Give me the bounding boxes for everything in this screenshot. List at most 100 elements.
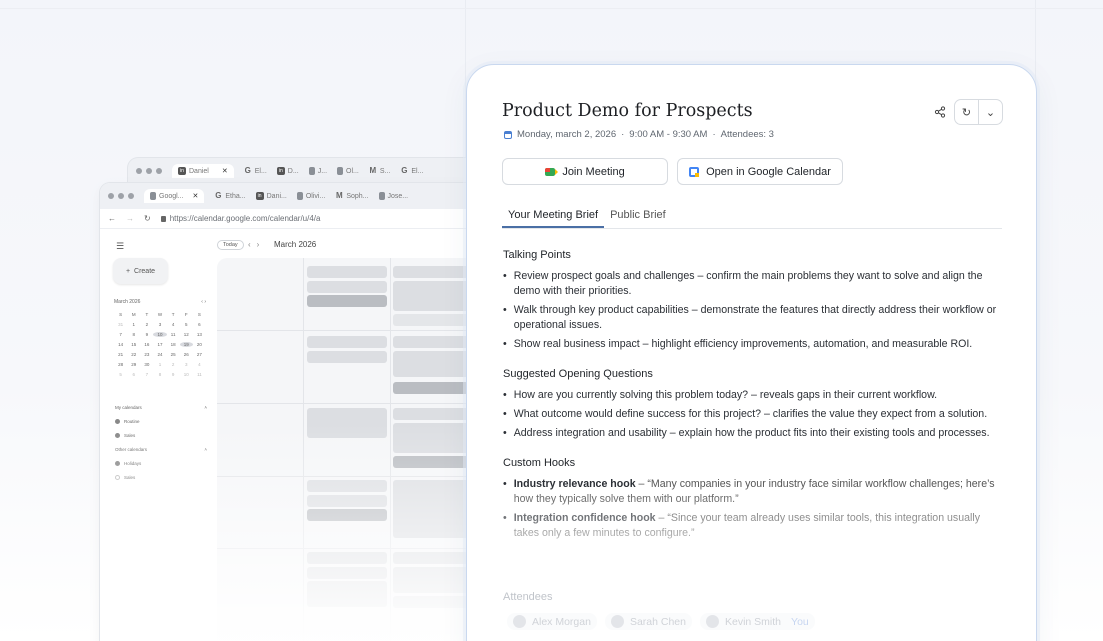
event-block[interactable]: [393, 596, 473, 608]
create-button[interactable]: + Create: [113, 258, 168, 284]
tab-your-meeting-brief[interactable]: Your Meeting Brief: [502, 205, 605, 228]
event-block[interactable]: [307, 509, 387, 521]
share-icon[interactable]: [931, 103, 949, 121]
event-block[interactable]: [307, 281, 387, 293]
day-cell[interactable]: 13: [193, 332, 206, 337]
event-block[interactable]: [393, 281, 473, 311]
day-cell[interactable]: 1: [127, 322, 140, 327]
day-cell[interactable]: 1: [153, 362, 166, 367]
event-block[interactable]: [393, 480, 473, 538]
event-block[interactable]: [307, 408, 387, 438]
day-cell[interactable]: 29: [127, 362, 140, 367]
back-arrow-icon[interactable]: ←: [108, 214, 116, 223]
event-block[interactable]: [393, 266, 473, 278]
refresh-icon[interactable]: ↻: [955, 100, 979, 124]
day-cell[interactable]: 22: [127, 352, 140, 357]
day-cell[interactable]: 27: [193, 352, 206, 357]
day-cell[interactable]: 8: [153, 372, 166, 377]
event-block[interactable]: [307, 336, 387, 348]
browser-tab[interactable]: in Dani...: [255, 192, 287, 200]
day-cell[interactable]: 30: [140, 362, 153, 367]
checkbox[interactable]: [115, 419, 120, 424]
event-block[interactable]: [393, 336, 473, 348]
day-cell[interactable]: 5: [114, 372, 127, 377]
day-cell[interactable]: 21: [114, 352, 127, 357]
checkbox[interactable]: [115, 475, 120, 480]
checkbox[interactable]: [115, 433, 120, 438]
day-cell[interactable]: 11: [193, 372, 206, 377]
day-cell[interactable]: 2: [167, 362, 180, 367]
event-block[interactable]: [307, 567, 387, 579]
day-cell[interactable]: 4: [193, 362, 206, 367]
calendar-item[interactable]: Sales: [115, 475, 207, 480]
event-block[interactable]: [307, 495, 387, 507]
join-meeting-button[interactable]: Join Meeting: [502, 158, 668, 185]
day-cell[interactable]: 4: [167, 322, 180, 327]
day-cell[interactable]: 26: [180, 352, 193, 357]
open-google-calendar-button[interactable]: Open in Google Calendar: [677, 158, 843, 185]
browser-tab[interactable]: G Etha...: [214, 192, 245, 200]
event-block[interactable]: [307, 581, 387, 607]
mini-calendar-nav[interactable]: ‹ ›: [201, 299, 206, 305]
day-cell[interactable]: 23: [140, 352, 153, 357]
attendee-chip[interactable]: Alex Morgan: [507, 613, 597, 630]
day-cell[interactable]: 17: [153, 342, 166, 347]
window-controls[interactable]: [136, 168, 162, 174]
chevron-up-icon[interactable]: ˄: [204, 447, 207, 452]
day-cell[interactable]: 2: [140, 322, 153, 327]
browser-tab[interactable]: Ol...: [337, 167, 359, 175]
event-block[interactable]: [393, 382, 473, 394]
event-block[interactable]: [307, 295, 387, 307]
day-cell[interactable]: 28: [114, 362, 127, 367]
tab-public-brief[interactable]: Public Brief: [604, 205, 672, 228]
day-cell[interactable]: 14: [114, 342, 127, 347]
browser-tab[interactable]: M Soph...: [335, 192, 369, 200]
attendee-chip[interactable]: Kevin Smith You: [700, 613, 815, 630]
attendee-chip[interactable]: Sarah Chen: [604, 613, 692, 630]
day-cell[interactable]: 15: [127, 342, 140, 347]
event-block[interactable]: [307, 351, 387, 363]
event-block[interactable]: [307, 266, 387, 278]
browser-tab[interactable]: Olivi...: [296, 192, 325, 200]
day-cell[interactable]: 3: [180, 362, 193, 367]
browser-tab[interactable]: G El...: [244, 167, 267, 175]
event-block[interactable]: [393, 456, 473, 468]
day-cell[interactable]: 3: [153, 322, 166, 327]
day-cell[interactable]: 10: [180, 372, 193, 377]
day-cell[interactable]: 6: [127, 372, 140, 377]
url-field[interactable]: https://calendar.google.com/calendar/u/4…: [160, 214, 320, 223]
event-block[interactable]: [393, 351, 473, 377]
day-cell[interactable]: 19: [179, 342, 193, 347]
day-cell[interactable]: 25: [167, 352, 180, 357]
event-block[interactable]: [393, 552, 473, 564]
window-controls[interactable]: [108, 193, 134, 199]
event-block[interactable]: [307, 480, 387, 492]
browser-tab[interactable]: Jose...: [378, 192, 408, 200]
day-cell[interactable]: 9: [140, 332, 153, 337]
calendar-item[interactable]: Sales: [115, 433, 207, 438]
day-cell[interactable]: 9: [167, 372, 180, 377]
day-cell[interactable]: 7: [140, 372, 153, 377]
calendar-item[interactable]: Holidays: [115, 461, 207, 466]
day-cell[interactable]: 18: [167, 342, 180, 347]
day-cell[interactable]: 11: [167, 332, 180, 337]
event-block[interactable]: [393, 423, 473, 453]
browser-tab[interactable]: J...: [308, 167, 327, 175]
day-cell[interactable]: 5: [180, 322, 193, 327]
event-block[interactable]: [393, 408, 473, 420]
day-cell[interactable]: 12: [180, 332, 193, 337]
day-cell[interactable]: 10: [153, 332, 167, 337]
day-cell[interactable]: 20: [193, 342, 206, 347]
day-cell[interactable]: 6: [193, 322, 206, 327]
day-cell[interactable]: 31: [114, 322, 127, 327]
event-block[interactable]: [307, 552, 387, 564]
day-cell[interactable]: 24: [153, 352, 166, 357]
browser-tab[interactable]: in D...: [276, 167, 299, 175]
day-cell[interactable]: 8: [127, 332, 140, 337]
prev-next-arrows[interactable]: ‹›: [248, 240, 265, 249]
menu-icon[interactable]: ☰: [116, 241, 124, 252]
day-cell[interactable]: 16: [140, 342, 153, 347]
close-icon[interactable]: ✕: [193, 192, 199, 200]
chevron-down-icon[interactable]: ⌄: [979, 100, 1002, 124]
day-cell[interactable]: 7: [114, 332, 127, 337]
